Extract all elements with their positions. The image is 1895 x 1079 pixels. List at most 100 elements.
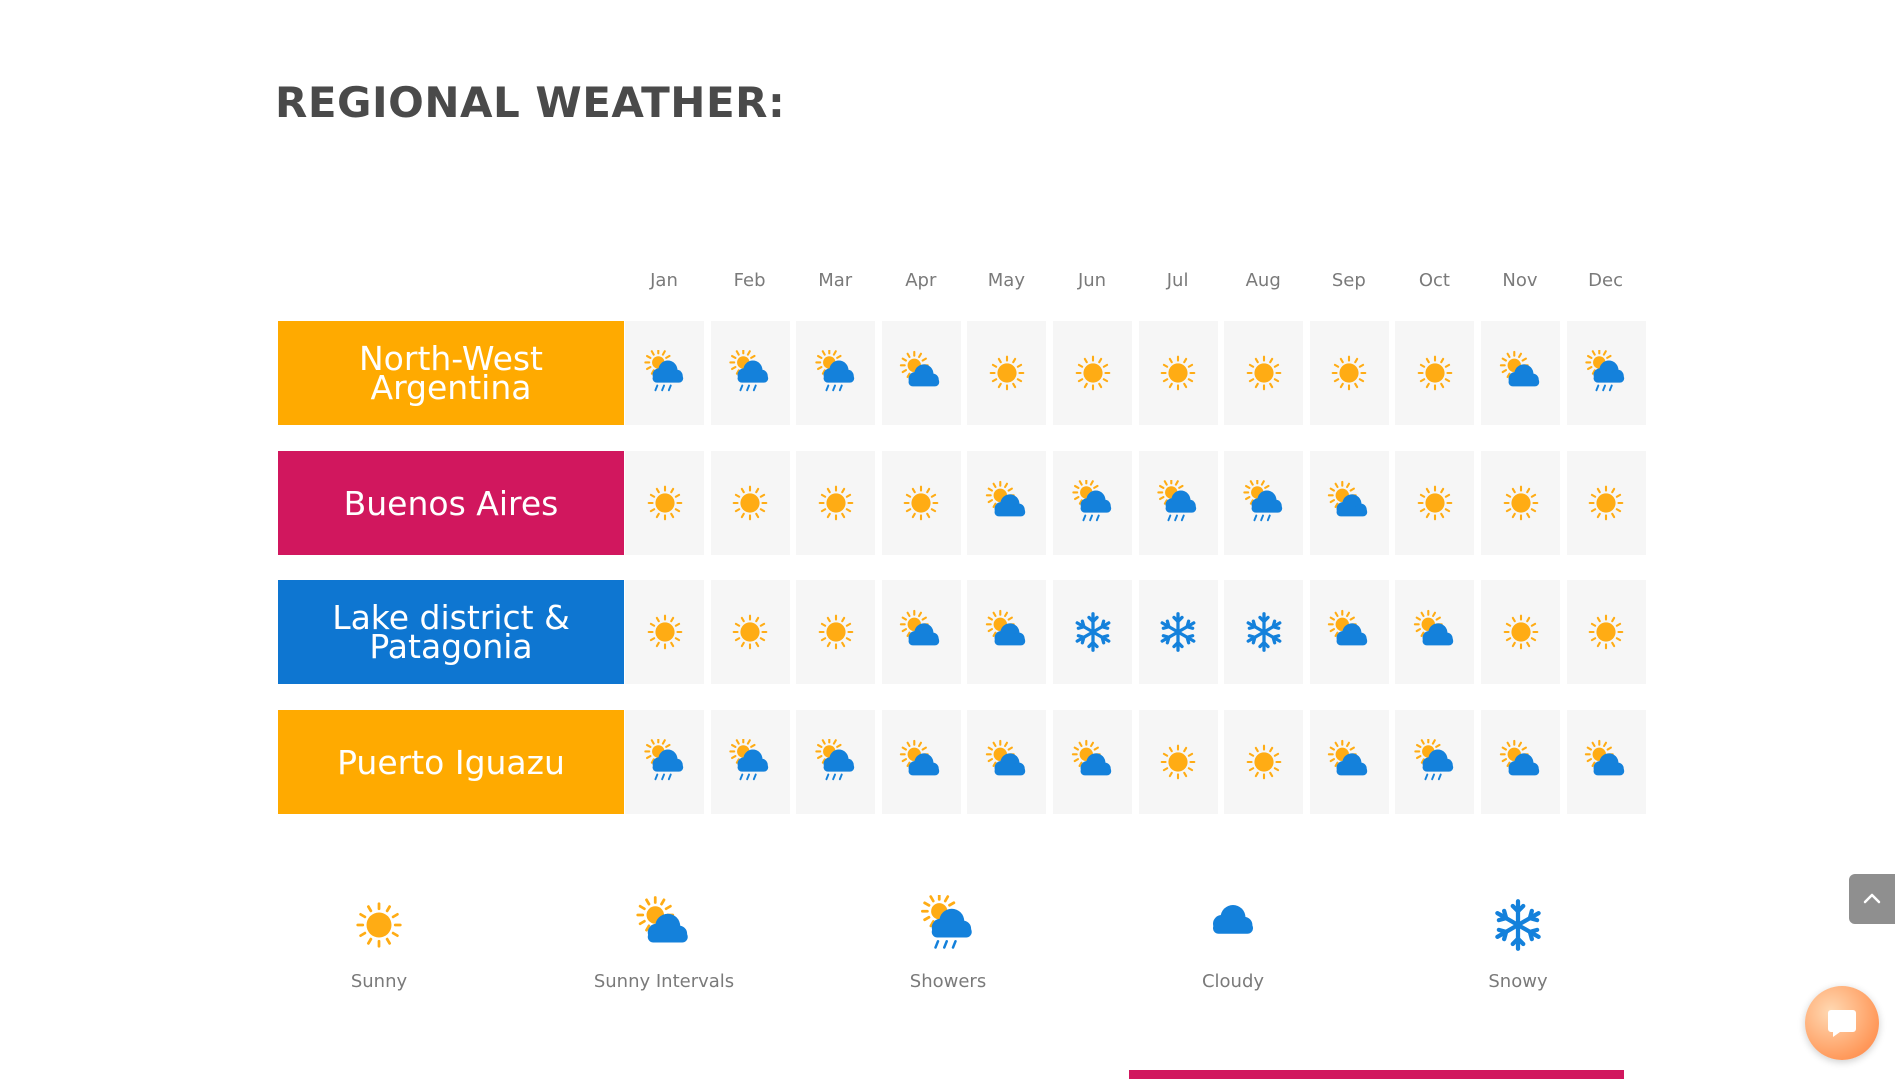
month-label-mar: Mar — [818, 270, 853, 291]
sun-icon — [732, 614, 768, 650]
sun-cloud-rain-icon — [921, 895, 972, 949]
weather-cell-feb — [710, 321, 790, 425]
legend-label: Sunny — [350, 971, 408, 992]
legend-item-sunny-intervals: Sunny Intervals — [564, 895, 764, 992]
region-row: Buenos Aires — [278, 451, 1646, 555]
month-header: Jan Feb Mar Apr May Jun Jul Aug Sep Oct Nov Dec — [0, 270, 1895, 300]
month-label-sep: Sep — [1331, 270, 1366, 291]
region-label: Buenos Aires — [278, 451, 624, 555]
weather-cell-jul — [1138, 451, 1218, 555]
sun-icon — [1503, 485, 1538, 521]
weather-cell-nov — [1481, 580, 1560, 684]
weather-cell-may — [967, 321, 1047, 425]
region-row: Lake district & Patagonia — [278, 580, 1646, 684]
weather-cell-apr — [881, 321, 961, 425]
month-label-dec: Dec — [1588, 270, 1624, 291]
weather-cell-jun — [1053, 451, 1132, 555]
sun-icon — [818, 485, 854, 521]
sun-icon — [732, 485, 768, 521]
sun-icon — [818, 614, 854, 650]
legend-item-sunny: Sunny — [279, 895, 479, 992]
weather-cell-mar — [796, 451, 876, 555]
sun-cloud-rain-icon — [814, 739, 854, 781]
weather-cell-dec — [1566, 710, 1646, 814]
legend-label: Sunny Intervals — [593, 971, 735, 992]
weather-cell-dec — [1566, 321, 1646, 425]
sun-cloud-rain-icon — [1242, 480, 1282, 522]
sun-icon — [356, 902, 402, 948]
weather-cell-jul — [1138, 580, 1218, 684]
sun-cloud-rain-icon — [1071, 480, 1111, 522]
sun-cloud-icon — [1413, 609, 1454, 646]
weather-cell-dec — [1566, 580, 1646, 684]
weather-cell-feb — [710, 710, 790, 814]
weather-cell-aug — [1224, 710, 1304, 814]
weather-cell-jan — [625, 451, 704, 555]
snowflake-icon — [1075, 612, 1110, 652]
legend-label: Cloudy — [1201, 971, 1265, 992]
sun-cloud-icon — [1499, 350, 1539, 387]
sun-icon — [647, 485, 682, 521]
weather-cell-aug — [1224, 321, 1304, 425]
sun-cloud-icon — [900, 609, 940, 646]
legend-label: Snowy — [1488, 971, 1548, 992]
region-label: Puerto Iguazu — [278, 710, 624, 814]
sun-icon — [1503, 614, 1538, 650]
sun-icon — [1160, 355, 1196, 391]
weather-cell-jan — [625, 580, 704, 684]
month-label-jun: Jun — [1077, 270, 1107, 291]
sun-cloud-icon — [1328, 480, 1368, 517]
chat-bubble-icon — [1828, 1010, 1856, 1037]
sun-cloud-icon — [1328, 739, 1368, 776]
legend-item-cloudy: Cloudy — [1133, 895, 1333, 992]
region-label: North-West Argentina — [278, 321, 624, 425]
sun-icon — [647, 614, 682, 650]
sun-icon — [1417, 355, 1453, 391]
weather-cell-may — [967, 451, 1047, 555]
weather-cell-jun — [1053, 321, 1132, 425]
sun-cloud-rain-icon — [643, 739, 683, 781]
weather-cell-jul — [1138, 321, 1218, 425]
weather-cell-sep — [1309, 451, 1389, 555]
weather-cell-jan — [625, 321, 704, 425]
weather-cell-apr — [881, 710, 961, 814]
scroll-to-top-button[interactable] — [1849, 874, 1895, 924]
sun-icon — [989, 355, 1025, 391]
sun-cloud-icon — [1071, 739, 1111, 776]
weather-cell-jan — [625, 710, 704, 814]
sun-icon — [903, 485, 939, 521]
month-label-apr: Apr — [905, 270, 937, 291]
weather-cell-aug — [1224, 451, 1304, 555]
sun-cloud-icon — [985, 609, 1026, 646]
chat-button[interactable] — [1805, 986, 1879, 1060]
sun-cloud-icon — [985, 739, 1026, 776]
bottom-accent-bar — [1129, 1070, 1624, 1079]
weather-cell-dec — [1566, 451, 1646, 555]
weather-cell-feb — [710, 451, 790, 555]
sun-icon — [1075, 355, 1110, 391]
sun-cloud-icon — [900, 739, 940, 776]
weather-cell-mar — [796, 710, 876, 814]
sun-icon — [1588, 485, 1624, 521]
sun-cloud-rain-icon — [1585, 350, 1625, 392]
sun-icon — [1417, 485, 1453, 521]
sun-cloud-icon — [1328, 609, 1368, 646]
sun-icon — [1331, 355, 1367, 391]
month-label-oct: Oct — [1418, 270, 1450, 291]
weather-cell-may — [967, 710, 1047, 814]
weather-cell-apr — [881, 451, 961, 555]
weather-cell-mar — [796, 580, 876, 684]
sun-icon — [1246, 355, 1282, 391]
legend-label: Showers — [909, 971, 987, 992]
weather-cell-mar — [796, 321, 876, 425]
sun-icon — [1246, 744, 1282, 780]
sun-cloud-icon — [636, 896, 688, 943]
sun-cloud-icon — [900, 350, 940, 387]
month-label-may: May — [987, 270, 1025, 291]
sun-cloud-rain-icon — [729, 739, 769, 781]
weather-cell-oct — [1395, 710, 1475, 814]
weather-cell-aug — [1224, 580, 1304, 684]
cloud-icon — [1213, 905, 1253, 934]
page-title: REGIONAL WEATHER: — [275, 78, 786, 127]
sun-cloud-rain-icon — [1414, 739, 1454, 781]
